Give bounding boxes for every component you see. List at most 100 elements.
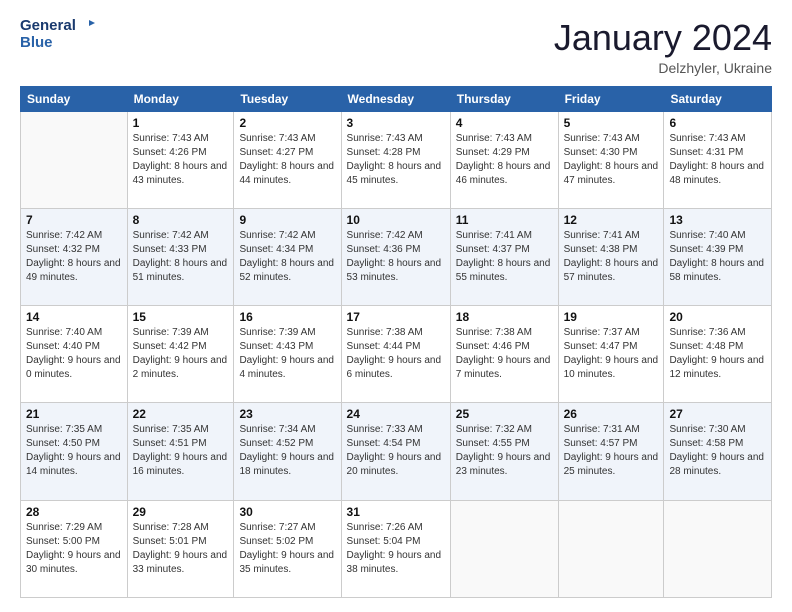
calendar-cell: 18 Sunrise: 7:38 AMSunset: 4:46 PMDaylig… <box>450 306 558 403</box>
cell-info: Sunrise: 7:35 AMSunset: 4:51 PMDaylight:… <box>133 423 229 479</box>
day-number: 22 <box>133 407 229 421</box>
calendar-cell: 21 Sunrise: 7:35 AMSunset: 4:50 PMDaylig… <box>21 403 128 500</box>
calendar-cell <box>450 500 558 597</box>
calendar-cell: 11 Sunrise: 7:41 AMSunset: 4:37 PMDaylig… <box>450 208 558 305</box>
cell-info: Sunrise: 7:37 AMSunset: 4:47 PMDaylight:… <box>564 326 659 382</box>
calendar-cell: 31 Sunrise: 7:26 AMSunset: 5:04 PMDaylig… <box>341 500 450 597</box>
calendar-cell: 9 Sunrise: 7:42 AMSunset: 4:34 PMDayligh… <box>234 208 341 305</box>
day-number: 24 <box>347 407 445 421</box>
cell-info: Sunrise: 7:43 AMSunset: 4:28 PMDaylight:… <box>347 132 445 188</box>
day-number: 25 <box>456 407 553 421</box>
cell-info: Sunrise: 7:42 AMSunset: 4:34 PMDaylight:… <box>239 229 335 285</box>
calendar-cell <box>664 500 772 597</box>
cell-info: Sunrise: 7:43 AMSunset: 4:30 PMDaylight:… <box>564 132 659 188</box>
day-number: 12 <box>564 213 659 227</box>
day-number: 8 <box>133 213 229 227</box>
cell-info: Sunrise: 7:43 AMSunset: 4:29 PMDaylight:… <box>456 132 553 188</box>
calendar-cell: 6 Sunrise: 7:43 AMSunset: 4:31 PMDayligh… <box>664 111 772 208</box>
cell-info: Sunrise: 7:29 AMSunset: 5:00 PMDaylight:… <box>26 521 122 577</box>
cell-info: Sunrise: 7:41 AMSunset: 4:37 PMDaylight:… <box>456 229 553 285</box>
cell-info: Sunrise: 7:30 AMSunset: 4:58 PMDaylight:… <box>669 423 766 479</box>
header: General Blue January 2024 Delzhyler, Ukr… <box>20 18 772 76</box>
day-number: 29 <box>133 505 229 519</box>
calendar-cell: 30 Sunrise: 7:27 AMSunset: 5:02 PMDaylig… <box>234 500 341 597</box>
day-number: 19 <box>564 310 659 324</box>
day-number: 15 <box>133 310 229 324</box>
cell-info: Sunrise: 7:33 AMSunset: 4:54 PMDaylight:… <box>347 423 445 479</box>
day-number: 1 <box>133 116 229 130</box>
calendar-header-row: Sunday Monday Tuesday Wednesday Thursday… <box>21 86 772 111</box>
calendar-week-row: 7 Sunrise: 7:42 AMSunset: 4:32 PMDayligh… <box>21 208 772 305</box>
day-number: 26 <box>564 407 659 421</box>
calendar-cell: 4 Sunrise: 7:43 AMSunset: 4:29 PMDayligh… <box>450 111 558 208</box>
cell-info: Sunrise: 7:32 AMSunset: 4:55 PMDaylight:… <box>456 423 553 479</box>
day-number: 27 <box>669 407 766 421</box>
calendar-cell: 8 Sunrise: 7:42 AMSunset: 4:33 PMDayligh… <box>127 208 234 305</box>
cell-info: Sunrise: 7:28 AMSunset: 5:01 PMDaylight:… <box>133 521 229 577</box>
cell-info: Sunrise: 7:39 AMSunset: 4:43 PMDaylight:… <box>239 326 335 382</box>
col-friday: Friday <box>558 86 664 111</box>
day-number: 21 <box>26 407 122 421</box>
cell-info: Sunrise: 7:31 AMSunset: 4:57 PMDaylight:… <box>564 423 659 479</box>
cell-info: Sunrise: 7:42 AMSunset: 4:32 PMDaylight:… <box>26 229 122 285</box>
cell-info: Sunrise: 7:40 AMSunset: 4:39 PMDaylight:… <box>669 229 766 285</box>
cell-info: Sunrise: 7:40 AMSunset: 4:40 PMDaylight:… <box>26 326 122 382</box>
cell-info: Sunrise: 7:43 AMSunset: 4:26 PMDaylight:… <box>133 132 229 188</box>
calendar-cell: 19 Sunrise: 7:37 AMSunset: 4:47 PMDaylig… <box>558 306 664 403</box>
col-tuesday: Tuesday <box>234 86 341 111</box>
calendar-cell: 29 Sunrise: 7:28 AMSunset: 5:01 PMDaylig… <box>127 500 234 597</box>
calendar-cell: 15 Sunrise: 7:39 AMSunset: 4:42 PMDaylig… <box>127 306 234 403</box>
logo: General Blue <box>20 18 95 51</box>
col-monday: Monday <box>127 86 234 111</box>
calendar-cell: 23 Sunrise: 7:34 AMSunset: 4:52 PMDaylig… <box>234 403 341 500</box>
calendar-cell: 20 Sunrise: 7:36 AMSunset: 4:48 PMDaylig… <box>664 306 772 403</box>
calendar-cell: 5 Sunrise: 7:43 AMSunset: 4:30 PMDayligh… <box>558 111 664 208</box>
cell-info: Sunrise: 7:43 AMSunset: 4:27 PMDaylight:… <box>239 132 335 188</box>
day-number: 16 <box>239 310 335 324</box>
day-number: 13 <box>669 213 766 227</box>
col-wednesday: Wednesday <box>341 86 450 111</box>
calendar-cell <box>21 111 128 208</box>
calendar-cell: 26 Sunrise: 7:31 AMSunset: 4:57 PMDaylig… <box>558 403 664 500</box>
day-number: 17 <box>347 310 445 324</box>
calendar-cell: 22 Sunrise: 7:35 AMSunset: 4:51 PMDaylig… <box>127 403 234 500</box>
day-number: 7 <box>26 213 122 227</box>
calendar-cell: 25 Sunrise: 7:32 AMSunset: 4:55 PMDaylig… <box>450 403 558 500</box>
calendar-table: Sunday Monday Tuesday Wednesday Thursday… <box>20 86 772 598</box>
calendar-cell: 2 Sunrise: 7:43 AMSunset: 4:27 PMDayligh… <box>234 111 341 208</box>
calendar-cell: 17 Sunrise: 7:38 AMSunset: 4:44 PMDaylig… <box>341 306 450 403</box>
title-block: January 2024 Delzhyler, Ukraine <box>554 18 772 76</box>
day-number: 14 <box>26 310 122 324</box>
cell-info: Sunrise: 7:34 AMSunset: 4:52 PMDaylight:… <box>239 423 335 479</box>
calendar-cell: 28 Sunrise: 7:29 AMSunset: 5:00 PMDaylig… <box>21 500 128 597</box>
cell-info: Sunrise: 7:42 AMSunset: 4:36 PMDaylight:… <box>347 229 445 285</box>
calendar-cell: 14 Sunrise: 7:40 AMSunset: 4:40 PMDaylig… <box>21 306 128 403</box>
calendar-cell: 27 Sunrise: 7:30 AMSunset: 4:58 PMDaylig… <box>664 403 772 500</box>
calendar-week-row: 14 Sunrise: 7:40 AMSunset: 4:40 PMDaylig… <box>21 306 772 403</box>
calendar-week-row: 28 Sunrise: 7:29 AMSunset: 5:00 PMDaylig… <box>21 500 772 597</box>
calendar-cell: 7 Sunrise: 7:42 AMSunset: 4:32 PMDayligh… <box>21 208 128 305</box>
day-number: 20 <box>669 310 766 324</box>
cell-info: Sunrise: 7:41 AMSunset: 4:38 PMDaylight:… <box>564 229 659 285</box>
day-number: 11 <box>456 213 553 227</box>
cell-info: Sunrise: 7:42 AMSunset: 4:33 PMDaylight:… <box>133 229 229 285</box>
cell-info: Sunrise: 7:27 AMSunset: 5:02 PMDaylight:… <box>239 521 335 577</box>
cell-info: Sunrise: 7:36 AMSunset: 4:48 PMDaylight:… <box>669 326 766 382</box>
day-number: 5 <box>564 116 659 130</box>
cell-info: Sunrise: 7:43 AMSunset: 4:31 PMDaylight:… <box>669 132 766 188</box>
page: General Blue January 2024 Delzhyler, Ukr… <box>0 0 792 612</box>
day-number: 3 <box>347 116 445 130</box>
logo-bird-icon <box>79 18 95 34</box>
location-subtitle: Delzhyler, Ukraine <box>554 60 772 76</box>
calendar-cell: 3 Sunrise: 7:43 AMSunset: 4:28 PMDayligh… <box>341 111 450 208</box>
calendar-cell: 24 Sunrise: 7:33 AMSunset: 4:54 PMDaylig… <box>341 403 450 500</box>
day-number: 28 <box>26 505 122 519</box>
day-number: 23 <box>239 407 335 421</box>
calendar-cell: 13 Sunrise: 7:40 AMSunset: 4:39 PMDaylig… <box>664 208 772 305</box>
day-number: 6 <box>669 116 766 130</box>
calendar-cell: 16 Sunrise: 7:39 AMSunset: 4:43 PMDaylig… <box>234 306 341 403</box>
cell-info: Sunrise: 7:39 AMSunset: 4:42 PMDaylight:… <box>133 326 229 382</box>
month-title: January 2024 <box>554 18 772 58</box>
calendar-cell: 10 Sunrise: 7:42 AMSunset: 4:36 PMDaylig… <box>341 208 450 305</box>
col-sunday: Sunday <box>21 86 128 111</box>
